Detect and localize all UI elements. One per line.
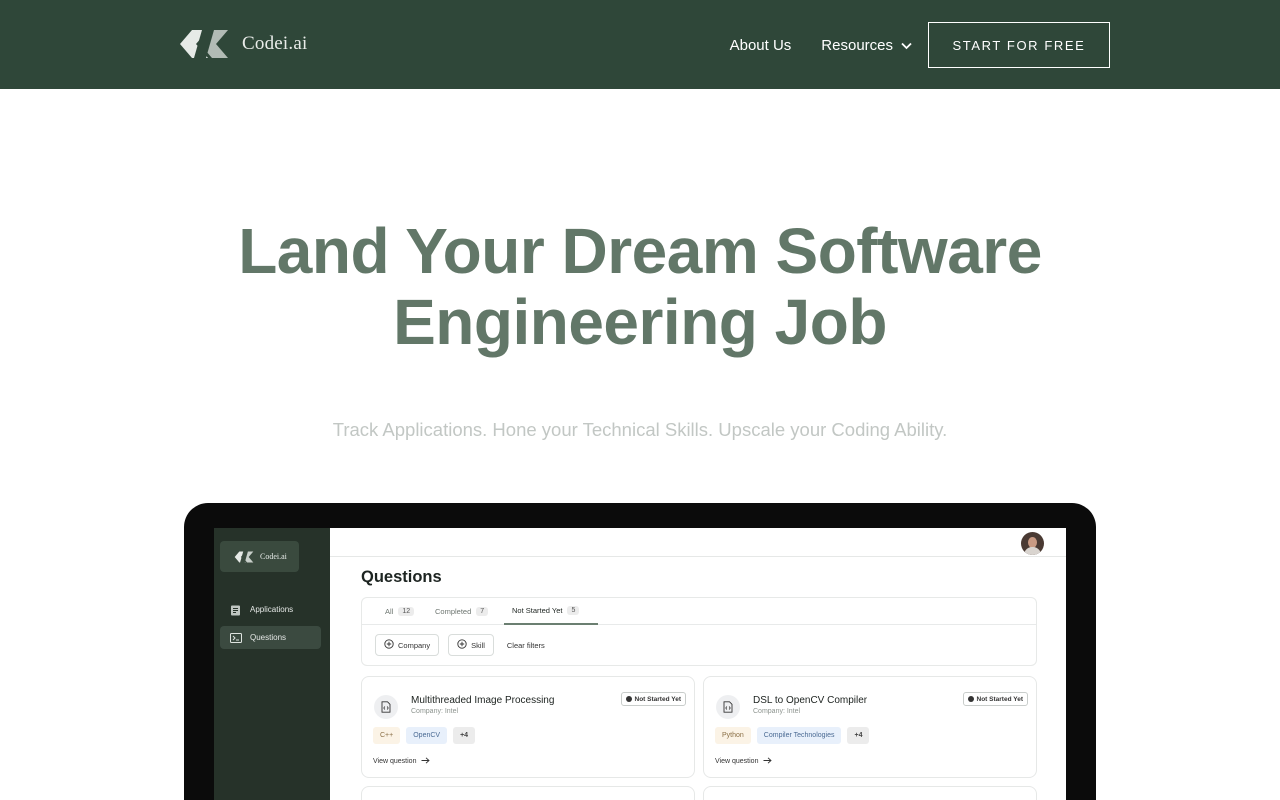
- start-for-free-button[interactable]: START FOR FREE: [928, 22, 1110, 68]
- page-title: Questions: [361, 568, 442, 586]
- question-card[interactable]: Multithreaded Image Processing Company: …: [361, 676, 695, 778]
- status-label: Not Started Yet: [634, 695, 681, 703]
- file-code-icon: [716, 695, 740, 719]
- tab-count: 12: [398, 607, 415, 616]
- sidebar-item-label: Questions: [250, 633, 287, 642]
- hero-title-line-2: Engineering Job: [393, 286, 887, 358]
- skill-tag: Python: [715, 727, 751, 744]
- chip-label: Company: [398, 640, 431, 650]
- codei-logo-icon: [234, 551, 254, 562]
- tab-count: 7: [476, 607, 489, 616]
- app-brand-logo: Codei.ai: [220, 541, 299, 572]
- brand-name: Codei.ai: [242, 33, 308, 54]
- nav-resources-label: Resources: [821, 36, 893, 54]
- nav-resources-dropdown[interactable]: Resources: [821, 37, 912, 54]
- clear-filters-button[interactable]: Clear filters: [507, 641, 545, 650]
- tag-list: Python Compiler Technologies +4: [715, 727, 870, 744]
- arrow-right-icon: [421, 757, 431, 766]
- question-title: DSL to OpenCV Compiler: [753, 695, 868, 706]
- app-main-panel: Questions All 12 Completed 7 Not Started…: [330, 528, 1066, 800]
- avatar[interactable]: [1021, 532, 1044, 555]
- question-company: Company: Intel: [753, 708, 801, 715]
- link-label: View question: [373, 758, 417, 765]
- app-brand-name: Codei.ai: [260, 552, 287, 561]
- status-tabs: All 12 Completed 7 Not Started Yet 5: [362, 598, 1036, 625]
- skill-filter-button[interactable]: Skill: [448, 634, 494, 656]
- view-question-link[interactable]: View question: [715, 757, 773, 766]
- filter-panel: All 12 Completed 7 Not Started Yet 5 Com…: [361, 597, 1037, 666]
- terminal-icon: [230, 632, 242, 643]
- tab-label: Completed: [435, 607, 472, 616]
- question-company: Company: Intel: [411, 708, 459, 715]
- company-filter-button[interactable]: Company: [375, 634, 440, 656]
- document-icon: [230, 605, 241, 615]
- more-tags-badge: +4: [453, 727, 476, 744]
- arrow-right-icon: [763, 757, 773, 766]
- chevron-down-icon: [901, 37, 912, 54]
- tab-label: Not Started Yet: [512, 606, 563, 615]
- status-label: Not Started Yet: [976, 695, 1023, 703]
- chip-label: Skill: [471, 640, 485, 650]
- app-sidebar: Codei.ai Applications Questions: [214, 528, 330, 800]
- status-badge: Not Started Yet: [620, 692, 686, 706]
- main-nav: About Us Resources START FOR FREE: [730, 22, 1110, 68]
- status-dot-icon: [625, 696, 632, 702]
- question-title: Multithreaded Image Processing: [411, 695, 555, 706]
- status-badge: Not Started Yet: [962, 692, 1028, 706]
- plus-circle-icon: [457, 639, 467, 651]
- tab-not-started-yet[interactable]: Not Started Yet 5: [504, 598, 598, 625]
- filter-row: Company Skill Clear filters: [375, 634, 545, 656]
- tab-count: 5: [567, 606, 580, 615]
- sidebar-item-applications[interactable]: Applications: [220, 598, 321, 621]
- question-card[interactable]: DSL to OpenCV Compiler Company: Intel No…: [703, 676, 1037, 778]
- question-card-partial[interactable]: [703, 786, 1037, 800]
- skill-tag: C++: [373, 727, 401, 744]
- sidebar-item-questions[interactable]: Questions: [220, 626, 321, 649]
- app-header: [330, 528, 1066, 557]
- hero-title: Land Your Dream Software Engineering Job: [0, 216, 1280, 358]
- status-dot-icon: [967, 696, 974, 702]
- sidebar-item-label: Applications: [250, 605, 294, 614]
- file-code-icon: [374, 695, 398, 719]
- more-tags-badge: +4: [847, 727, 870, 744]
- link-label: View question: [715, 758, 759, 765]
- app-preview-screen: Codei.ai Applications Questions Question…: [214, 528, 1066, 800]
- tab-label: All: [385, 607, 394, 616]
- hero-subtitle: Track Applications. Hone your Technical …: [332, 419, 948, 440]
- tab-all[interactable]: All 12: [385, 598, 415, 625]
- skill-tag: OpenCV: [406, 727, 448, 744]
- brand-logo[interactable]: Codei.ai: [178, 26, 307, 62]
- question-card-partial[interactable]: [361, 786, 695, 800]
- codei-logo-icon: [180, 30, 228, 58]
- view-question-link[interactable]: View question: [373, 757, 431, 766]
- plus-circle-icon: [384, 639, 394, 651]
- hero-title-line-1: Land Your Dream Software: [238, 215, 1042, 287]
- skill-tag: Compiler Technologies: [756, 727, 842, 744]
- tag-list: C++ OpenCV +4: [373, 727, 476, 744]
- nav-about-us[interactable]: About Us: [730, 37, 792, 54]
- top-navigation-bar: Codei.ai About Us Resources START FOR FR…: [0, 0, 1280, 89]
- tab-completed[interactable]: Completed 7: [435, 598, 489, 625]
